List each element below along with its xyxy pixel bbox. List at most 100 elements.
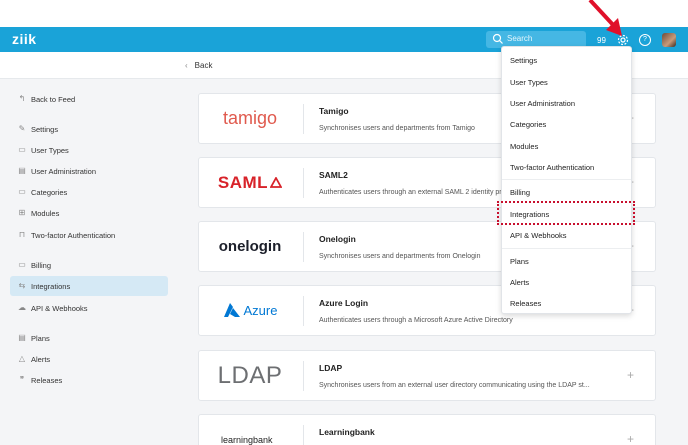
tamigo-logo: tamigo: [222, 108, 278, 128]
integrations-icon: ⇆: [18, 281, 26, 290]
sidebar-item-label: User Types: [31, 146, 69, 155]
cloud-icon: ☁: [18, 303, 26, 312]
azure-logo: Azure: [243, 303, 278, 318]
back-label: Back: [194, 61, 213, 70]
id-card-icon: ▭: [18, 145, 26, 154]
sidebar-item-categories[interactable]: ▭ Categories: [10, 182, 168, 202]
divider: [303, 296, 304, 326]
integration-title: SAML2: [319, 170, 348, 180]
integration-title: Azure Login: [319, 298, 369, 308]
sidebar-item-label: User Administration: [31, 167, 97, 176]
integration-title: Tamigo: [319, 106, 349, 116]
menu-item-billing[interactable]: Billing: [510, 188, 530, 197]
sidebar-item-api-webhooks[interactable]: ☁ API & Webhooks: [10, 298, 168, 318]
sidebar-item-label: Releases: [31, 376, 63, 385]
saml-triangle-icon: [270, 176, 283, 188]
menu-item-two-factor[interactable]: Two-factor Authentication: [510, 163, 594, 172]
quote-icon: ❞: [19, 375, 25, 384]
menu-item-user-administration[interactable]: User Administration: [510, 99, 575, 108]
wrench-icon: ✎: [18, 124, 26, 133]
sidebar-item-alerts[interactable]: △ Alerts: [10, 349, 168, 369]
sidebar-item-label: Back to Feed: [31, 95, 76, 104]
menu-divider: [502, 248, 631, 249]
integration-card-learningbank[interactable]: learningbank Learningbank +: [198, 414, 656, 445]
add-icon[interactable]: +: [627, 432, 634, 445]
brand-logo: tamigo: [199, 94, 301, 143]
sidebar-item-integrations[interactable]: ⇆ Integrations: [10, 276, 168, 296]
brand-logo: learningbank: [199, 415, 301, 445]
users-icon: ▤: [18, 166, 26, 175]
integration-description: Authenticates users through an external …: [319, 189, 521, 196]
sidebar-item-user-types[interactable]: ▭ User Types: [10, 140, 168, 160]
integrations-highlight-box: [497, 201, 635, 225]
integration-title: Onelogin: [319, 234, 356, 244]
sidebar-item-label: Plans: [31, 334, 50, 343]
brand-logo: onelogin: [199, 222, 301, 271]
add-icon[interactable]: +: [627, 368, 634, 382]
lock-icon: ⊓: [18, 230, 26, 239]
integration-title: Learningbank: [319, 427, 375, 437]
divider: [303, 104, 304, 134]
menu-item-api-webhooks[interactable]: API & Webhooks: [510, 231, 567, 240]
sidebar-item-two-factor[interactable]: ⊓ Two-factor Authentication: [10, 225, 168, 245]
saml-logo: SAML: [217, 172, 269, 192]
divider: [303, 232, 304, 262]
ldap-logo: LDAP: [217, 361, 283, 389]
billing-icon: ▭: [18, 260, 26, 269]
sidebar-item-back-to-feed[interactable]: ↰ Back to Feed: [10, 89, 168, 109]
sidebar-item-label: Billing: [31, 261, 52, 270]
sidebar-item-billing[interactable]: ▭ Billing: [10, 255, 168, 275]
back-arrow-icon: ↰: [18, 94, 26, 103]
sidebar: ↰ Back to Feed ✎ Settings ▭ User Types ▤…: [0, 79, 180, 445]
integration-description: Synchronises users and departments from …: [319, 253, 481, 260]
top-margin: [0, 0, 688, 27]
settings-dropdown-menu: Settings User Types User Administration …: [501, 46, 632, 314]
avatar[interactable]: [662, 33, 676, 47]
modules-icon: ⊞: [18, 208, 26, 217]
brand-logo: Azure: [199, 286, 301, 335]
alert-icon: △: [18, 354, 26, 363]
divider: [303, 425, 304, 445]
search-placeholder: Search: [507, 34, 533, 43]
plans-icon: ▤: [18, 333, 26, 342]
chevron-left-icon: ‹: [185, 61, 188, 70]
menu-item-categories[interactable]: Categories: [510, 120, 546, 129]
sidebar-item-label: Settings: [31, 125, 59, 134]
menu-item-modules[interactable]: Modules: [510, 142, 538, 151]
sidebar-item-label: API & Webhooks: [31, 304, 88, 313]
divider: [303, 361, 304, 391]
brand-logo: SAML: [199, 158, 301, 207]
menu-item-user-types[interactable]: User Types: [510, 78, 548, 87]
sidebar-item-label: Integrations: [31, 282, 71, 291]
menu-item-alerts[interactable]: Alerts: [510, 278, 529, 287]
integration-description: Synchronises users and departments from …: [319, 125, 475, 132]
sidebar-item-label: Modules: [31, 209, 60, 218]
sidebar-item-label: Categories: [31, 188, 68, 197]
integration-description: Synchronises users from an external user…: [319, 382, 590, 389]
menu-divider: [502, 179, 631, 180]
help-icon[interactable]: ?: [639, 34, 651, 46]
folder-icon: ▭: [18, 187, 26, 196]
brand-logo: LDAP: [199, 351, 301, 400]
integration-description: Authenticates users through a Microsoft …: [319, 317, 513, 324]
divider: [303, 168, 304, 198]
sidebar-item-user-administration[interactable]: ▤ User Administration: [10, 161, 168, 181]
annotation-arrow-icon: [588, 0, 622, 36]
sidebar-item-label: Alerts: [31, 355, 51, 364]
menu-item-plans[interactable]: Plans: [510, 257, 529, 266]
sidebar-item-releases[interactable]: ❞ Releases: [10, 370, 168, 390]
search-icon: [492, 33, 503, 44]
onelogin-logo: onelogin: [218, 238, 282, 255]
integration-title: LDAP: [319, 363, 343, 373]
menu-item-releases[interactable]: Releases: [510, 299, 541, 308]
learningbank-logo: learningbank: [221, 435, 273, 445]
sidebar-item-label: Two-factor Authentication: [31, 231, 116, 240]
menu-item-settings[interactable]: Settings: [510, 56, 537, 65]
back-link[interactable]: ‹ Back: [185, 61, 212, 70]
sidebar-item-plans[interactable]: ▤ Plans: [10, 328, 168, 348]
sidebar-item-settings[interactable]: ✎ Settings: [10, 119, 168, 139]
azure-icon: [223, 302, 240, 317]
app-logo[interactable]: ziik: [12, 31, 37, 47]
integration-card-ldap[interactable]: LDAP LDAP Synchronises users from an ext…: [198, 350, 656, 401]
sidebar-item-modules[interactable]: ⊞ Modules: [10, 203, 168, 223]
